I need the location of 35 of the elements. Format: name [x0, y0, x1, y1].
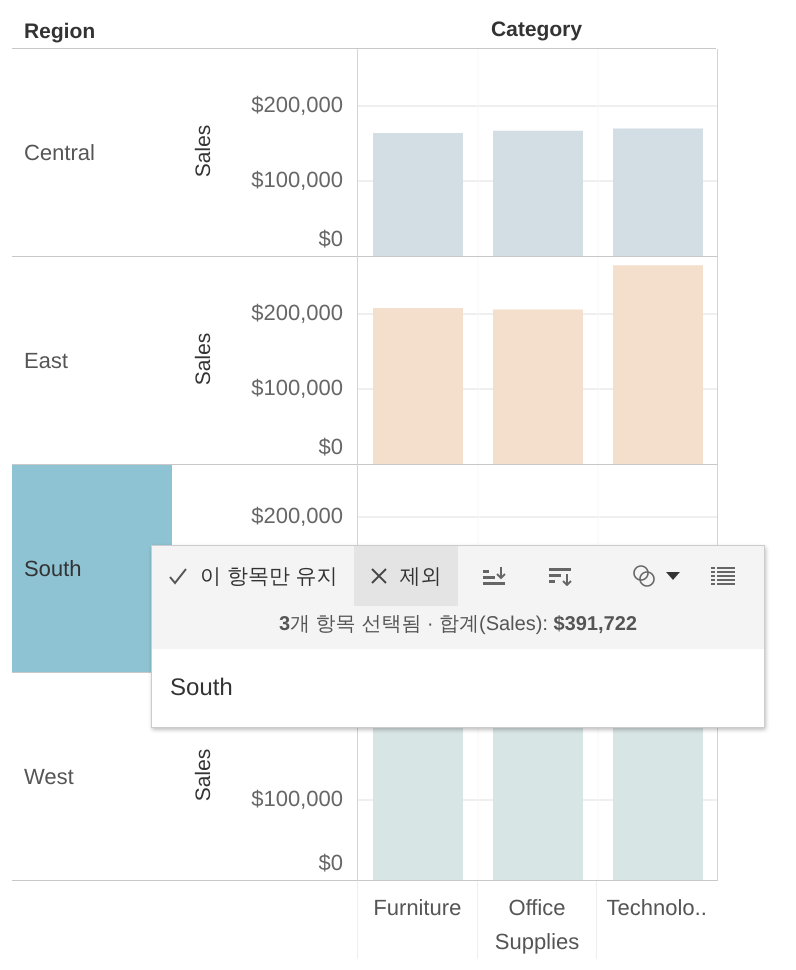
sort-ascending-icon[interactable] — [482, 566, 508, 586]
axis-title: Sales — [192, 124, 216, 180]
bar[interactable] — [613, 128, 703, 256]
axis-tick-label: $100,000 — [251, 167, 343, 193]
axis-tick-label: $200,000 — [251, 300, 343, 326]
sort-descending-icon[interactable] — [548, 566, 574, 586]
axis-tick-label: $0 — [318, 434, 343, 460]
selection-summary: 3개 항목 선택됨 · 합계(Sales): $391,722 — [278, 612, 638, 637]
category-label: Furniture — [373, 894, 462, 922]
close-icon — [370, 567, 388, 585]
region-header-title: Region — [23, 20, 96, 44]
exclude-button[interactable]: 제외 — [354, 546, 458, 606]
tooltip-item-label: South — [169, 673, 234, 703]
axis-tick-label: $100,000 — [251, 786, 343, 812]
category-label: Technolo.. — [606, 894, 707, 922]
bar[interactable] — [613, 265, 703, 464]
bar[interactable] — [373, 133, 463, 256]
category-header-title: Category — [490, 18, 584, 42]
region-header[interactable]: South — [12, 465, 172, 673]
axis-tick-label: $200,000 — [251, 92, 343, 118]
region-header[interactable]: Central — [12, 49, 172, 257]
bar[interactable] — [373, 308, 463, 464]
bar[interactable] — [493, 310, 583, 464]
axis-title: Sales — [192, 748, 216, 804]
axis-tick-label: $0 — [318, 850, 343, 876]
axis-tick-label: $200,000 — [251, 503, 343, 529]
group-icon[interactable] — [632, 564, 656, 588]
category-label: Office Supplies — [494, 894, 580, 956]
bar[interactable] — [493, 130, 583, 256]
axis-tick-label: $0 — [318, 226, 343, 252]
view-data-icon[interactable] — [710, 566, 736, 586]
axis-title: Sales — [192, 332, 216, 388]
caret-icon[interactable] — [666, 572, 680, 580]
axis-tick-label: $100,000 — [251, 375, 343, 401]
check-icon — [168, 567, 188, 585]
